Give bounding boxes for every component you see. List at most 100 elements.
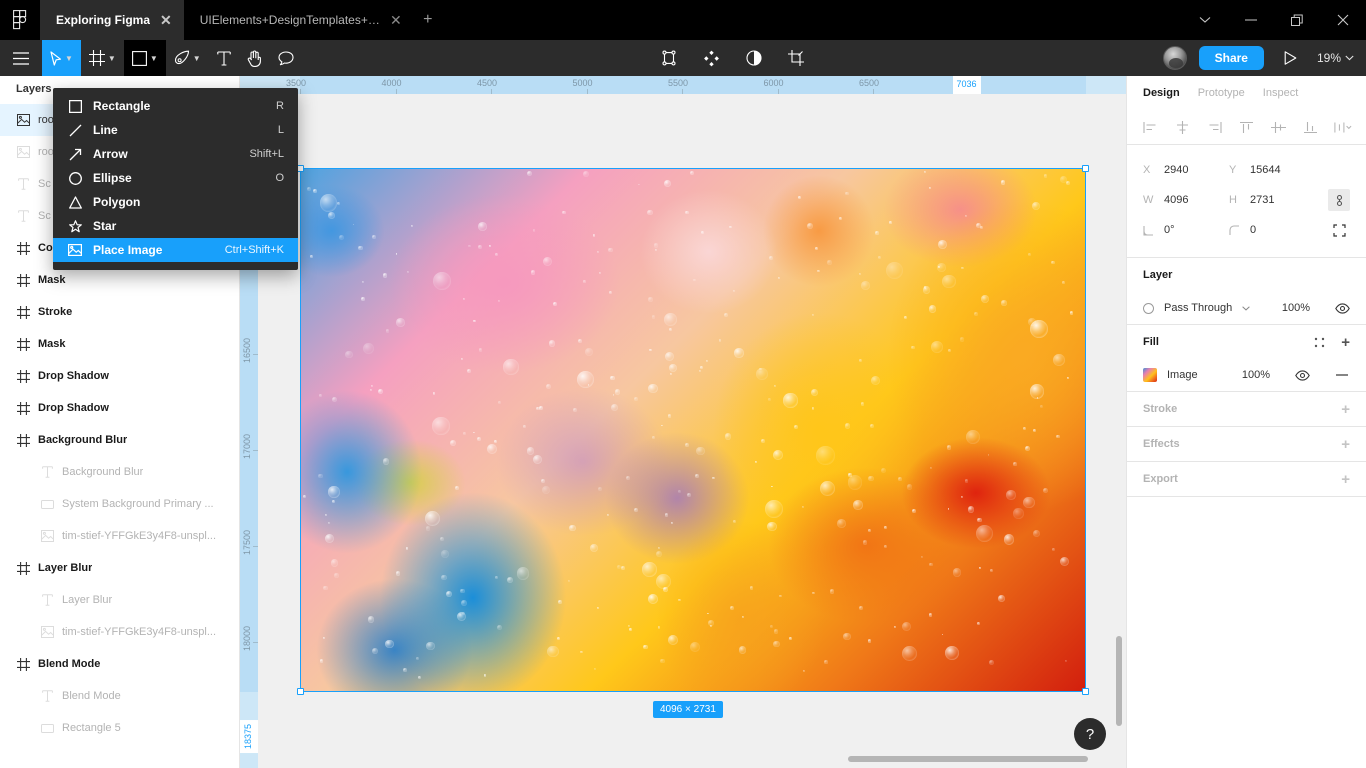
menu-item-polygon[interactable]: Polygon xyxy=(53,190,298,214)
horizontal-scrollbar[interactable] xyxy=(848,756,1088,762)
layer-row[interactable]: Blend Mode xyxy=(0,648,239,680)
layer-row[interactable]: Drop Shadow xyxy=(0,392,239,424)
transform-properties: X 2940 Y 15644 W 4096 H 2731 0° 0 xyxy=(1127,145,1366,257)
vertical-scrollbar[interactable] xyxy=(1116,636,1122,726)
present-play-icon[interactable] xyxy=(1276,40,1305,76)
star-icon xyxy=(67,218,83,234)
close-icon[interactable]: ✕ xyxy=(390,13,402,27)
corner-radius-field[interactable]: 0 xyxy=(1229,224,1315,236)
layer-row[interactable]: tim-stief-YFFGkE3y4F8-unspl... xyxy=(0,616,239,648)
mask-icon[interactable] xyxy=(738,40,770,76)
crop-icon[interactable] xyxy=(780,40,812,76)
add-export-button[interactable]: + xyxy=(1341,472,1350,487)
shape-tool-dropdown-menu[interactable]: Rectangle R Line L Arrow Shift+L Ellipse O Polyg… xyxy=(53,88,298,270)
canvas-area[interactable]: 3500 4000 4500 5000 5500 6000 6500 7036 16500 17… xyxy=(240,76,1126,768)
align-bottom-icon[interactable] xyxy=(1302,118,1320,136)
line-icon xyxy=(67,122,83,138)
distribute-icon[interactable] xyxy=(1334,118,1352,136)
menu-item-place-image[interactable]: Place Image Ctrl+Shift+K xyxy=(53,238,298,262)
image-icon xyxy=(16,145,30,159)
constrain-proportions-icon[interactable] xyxy=(1328,189,1350,211)
horizontal-ruler[interactable]: 3500 4000 4500 5000 5500 6000 6500 7036 xyxy=(240,76,1126,94)
menu-item-arrow[interactable]: Arrow Shift+L xyxy=(53,142,298,166)
chevron-down-icon[interactable] xyxy=(1182,0,1228,40)
menu-item-line[interactable]: Line L xyxy=(53,118,298,142)
frame-tool-icon[interactable]: ▼ xyxy=(81,40,124,76)
layer-row[interactable]: Layer Blur xyxy=(0,584,239,616)
artboard-image[interactable] xyxy=(300,168,1086,692)
tab-uielements[interactable]: UIElements+DesignTemplates+Guid... ✕ xyxy=(184,0,414,40)
user-avatar[interactable] xyxy=(1162,46,1187,70)
menu-item-ellipse[interactable]: Ellipse O xyxy=(53,166,298,190)
help-button[interactable]: ? xyxy=(1074,718,1106,750)
fill-opacity-value[interactable]: 100% xyxy=(1242,369,1270,381)
layer-opacity-value[interactable]: 100% xyxy=(1282,302,1310,314)
align-horizontal-center-icon[interactable] xyxy=(1173,118,1191,136)
tab-inspect[interactable]: Inspect xyxy=(1263,87,1298,99)
layer-row[interactable]: Background Blur xyxy=(0,456,239,488)
stroke-section-header: Stroke + xyxy=(1127,392,1366,426)
close-icon[interactable]: ✕ xyxy=(160,13,172,27)
comment-tool-icon[interactable] xyxy=(270,40,302,76)
menu-item-label: Arrow xyxy=(93,147,128,161)
width-field[interactable]: W 4096 xyxy=(1143,194,1229,206)
hand-tool-icon[interactable] xyxy=(239,40,270,76)
menu-item-label: Ellipse xyxy=(93,171,132,185)
chevron-down-icon[interactable]: ▼ xyxy=(65,54,73,63)
tab-design[interactable]: Design xyxy=(1143,87,1180,99)
chevron-down-icon[interactable]: ▼ xyxy=(193,54,201,63)
height-field[interactable]: H 2731 xyxy=(1229,194,1315,206)
rotation-field[interactable]: 0° xyxy=(1143,224,1229,236)
add-effect-button[interactable]: + xyxy=(1341,437,1350,452)
layer-row[interactable]: Rectangle 5 xyxy=(0,712,239,744)
independent-corners-icon[interactable] xyxy=(1328,219,1350,241)
layer-row[interactable]: Layer Blur xyxy=(0,552,239,584)
main-menu-icon[interactable] xyxy=(0,40,42,76)
align-top-icon[interactable] xyxy=(1237,118,1255,136)
tab-prototype[interactable]: Prototype xyxy=(1198,87,1245,99)
fill-item-row[interactable]: Image 100% xyxy=(1127,359,1366,391)
menu-item-rectangle[interactable]: Rectangle R xyxy=(53,94,298,118)
x-field[interactable]: X 2940 xyxy=(1143,164,1229,176)
arrow-icon xyxy=(67,146,83,162)
zoom-level-control[interactable]: 19% xyxy=(1317,51,1354,65)
rotation-value: 0° xyxy=(1164,224,1175,236)
plugins-icon[interactable] xyxy=(695,40,728,76)
pen-tool-icon[interactable]: ▼ xyxy=(166,40,209,76)
minus-icon[interactable] xyxy=(1334,367,1350,383)
chevron-down-icon[interactable]: ▼ xyxy=(108,54,116,63)
layer-row[interactable]: tim-stief-YFFGkE3y4F8-unspl... xyxy=(0,520,239,552)
layer-row[interactable]: Mask xyxy=(0,328,239,360)
layer-row[interactable]: Background Blur xyxy=(0,424,239,456)
layer-row[interactable]: Blend Mode xyxy=(0,680,239,712)
eye-icon[interactable] xyxy=(1334,300,1350,316)
tab-exploring-figma[interactable]: Exploring Figma ✕ xyxy=(40,0,184,40)
component-icon[interactable] xyxy=(653,40,685,76)
blend-mode-row[interactable]: Pass Through 100% xyxy=(1127,292,1366,324)
align-left-icon[interactable] xyxy=(1141,118,1159,136)
menu-item-label: Place Image xyxy=(93,243,163,257)
menu-item-star[interactable]: Star xyxy=(53,214,298,238)
maximize-icon[interactable] xyxy=(1274,0,1320,40)
chevron-down-icon xyxy=(1345,55,1354,61)
move-tool-icon[interactable]: ▼ xyxy=(42,40,81,76)
share-button[interactable]: Share xyxy=(1198,46,1264,70)
layer-row[interactable]: System Background Primary ... xyxy=(0,488,239,520)
plus-icon[interactable]: + xyxy=(414,0,442,40)
image-swatch[interactable] xyxy=(1143,368,1157,382)
shape-tool-icon[interactable]: ▼ xyxy=(123,40,166,76)
add-stroke-button[interactable]: + xyxy=(1341,402,1350,417)
figma-logo-icon[interactable] xyxy=(0,0,40,40)
eye-icon[interactable] xyxy=(1294,367,1310,383)
text-tool-icon[interactable] xyxy=(209,40,239,76)
layer-row[interactable]: Drop Shadow xyxy=(0,360,239,392)
close-window-icon[interactable] xyxy=(1320,0,1366,40)
chevron-down-icon[interactable]: ▼ xyxy=(150,54,158,63)
y-field[interactable]: Y 15644 xyxy=(1229,164,1315,176)
align-right-icon[interactable] xyxy=(1205,118,1223,136)
minimize-icon[interactable] xyxy=(1228,0,1274,40)
layer-row[interactable]: Stroke xyxy=(0,296,239,328)
align-vertical-center-icon[interactable] xyxy=(1270,118,1288,136)
add-fill-button[interactable]: + xyxy=(1341,335,1350,350)
fill-styles-icon[interactable] xyxy=(1311,334,1327,350)
